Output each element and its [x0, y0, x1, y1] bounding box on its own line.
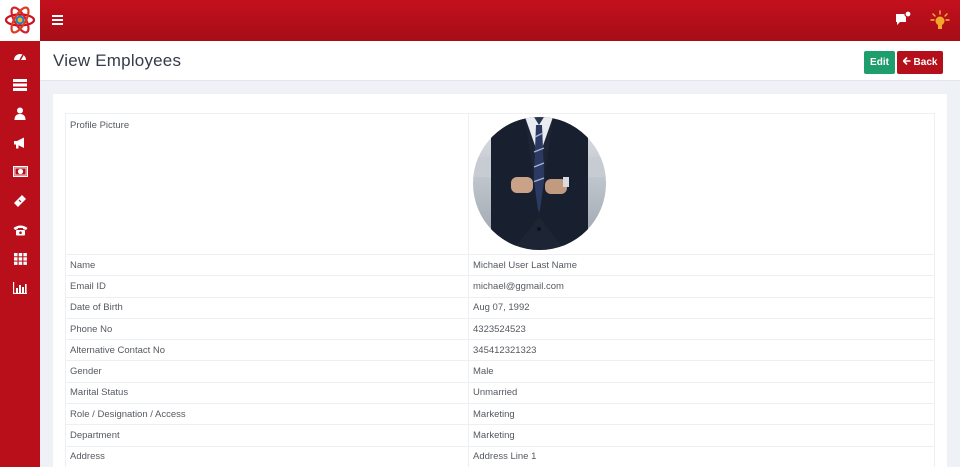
- table-row: Name Michael User Last Name: [65, 253, 935, 277]
- employee-details-panel: Profile Picture Name Michael User Last N…: [53, 94, 947, 467]
- table-row: Date of Birth Aug 07, 1992: [65, 296, 935, 319]
- list-icon: [13, 78, 27, 91]
- top-navbar: [0, 0, 960, 41]
- sidebar-item-list[interactable]: [0, 70, 40, 99]
- profile-picture: [473, 117, 606, 250]
- back-button-label: Back: [913, 57, 938, 68]
- megaphone-icon: [14, 137, 24, 148]
- row-label: Phone No: [65, 317, 469, 341]
- row-label: Department: [65, 424, 469, 447]
- edit-button[interactable]: Edit: [864, 51, 895, 74]
- row-label: Alternative Contact No: [65, 339, 469, 362]
- table-row: Alternative Contact No 345412321323: [65, 339, 935, 362]
- back-button[interactable]: Back: [897, 51, 943, 74]
- sidebar-item-apps[interactable]: [0, 244, 40, 273]
- table-row: Profile Picture: [65, 113, 935, 255]
- row-value: 345412321323: [468, 339, 935, 362]
- grid-icon: [13, 252, 27, 265]
- row-value: 4323524523: [468, 317, 935, 341]
- table-row: Email ID michael@ggmail.com: [65, 275, 935, 298]
- sidebar-item-tickets[interactable]: [0, 186, 40, 215]
- table-row: Gender Male: [65, 360, 935, 383]
- employee-details-table: Profile Picture Name Michael User Last N…: [65, 113, 935, 467]
- row-value: [468, 113, 935, 255]
- table-row: Phone No 4323524523: [65, 317, 935, 341]
- row-value: Aug 07, 1992: [468, 296, 935, 319]
- dashboard-icon: [14, 53, 26, 60]
- sidebar-item-payroll[interactable]: [0, 157, 40, 186]
- money-icon: [12, 166, 28, 177]
- atom-logo-icon: [4, 6, 36, 34]
- bar-chart-icon: [13, 281, 27, 294]
- table-row: Role / Designation / Access Marketing: [65, 403, 935, 426]
- row-label: Gender: [65, 360, 469, 383]
- ticket-icon: [14, 194, 26, 207]
- table-row: Department Marketing: [65, 424, 935, 447]
- sidebar-item-dashboard[interactable]: [0, 41, 40, 70]
- user-icon: [14, 107, 26, 120]
- row-label: Marital Status: [65, 381, 469, 405]
- row-value: Unmarried: [468, 381, 935, 405]
- phone-icon: [13, 225, 27, 235]
- row-value: Marketing: [468, 403, 935, 426]
- page-title: View Employees: [53, 51, 182, 70]
- row-label: Address: [65, 445, 469, 467]
- sidebar-item-users[interactable]: [0, 99, 40, 128]
- row-label: Role / Designation / Access: [65, 403, 469, 426]
- hamburger-icon[interactable]: [52, 15, 63, 25]
- sidebar-item-contacts[interactable]: [0, 215, 40, 244]
- chat-notification-icon[interactable]: [894, 10, 912, 33]
- row-value: Marketing: [468, 424, 935, 447]
- row-label: Date of Birth: [65, 296, 469, 319]
- table-row: Address Address Line 1: [65, 445, 935, 467]
- app-logo[interactable]: [0, 0, 40, 41]
- row-label: Name: [65, 253, 469, 277]
- sidebar-item-reports[interactable]: [0, 273, 40, 302]
- row-label: Profile Picture: [65, 113, 469, 255]
- table-row: Marital Status Unmarried: [65, 381, 935, 405]
- row-value: Address Line 1: [468, 445, 935, 467]
- row-value: Michael User Last Name: [468, 253, 935, 277]
- arrow-left-icon: [901, 56, 911, 68]
- row-value: michael@ggmail.com: [468, 275, 935, 298]
- sidebar-item-announcements[interactable]: [0, 128, 40, 157]
- row-label: Email ID: [65, 275, 469, 298]
- row-value: Male: [468, 360, 935, 383]
- sidebar: [0, 41, 40, 467]
- page-header: View Employees Edit Back: [40, 41, 960, 81]
- lightbulb-icon[interactable]: [930, 10, 950, 37]
